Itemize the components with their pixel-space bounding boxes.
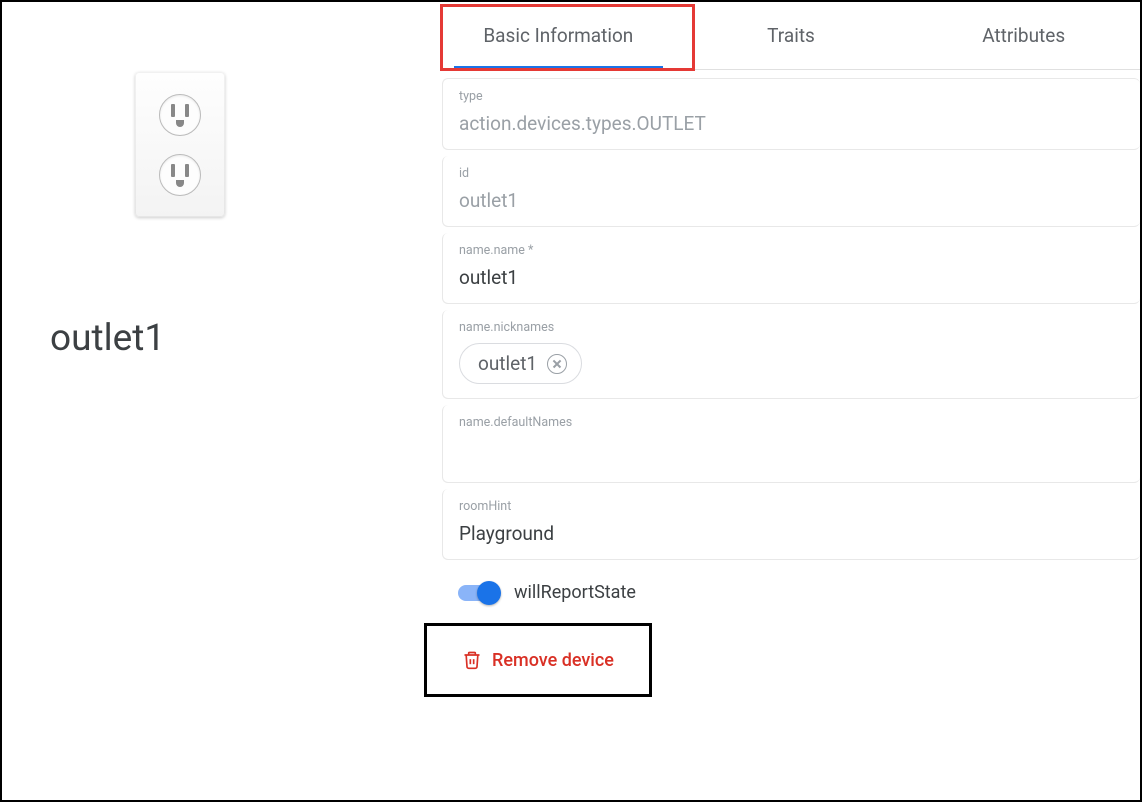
field-type[interactable]: type — [442, 78, 1140, 150]
tab-traits[interactable]: Traits — [675, 2, 908, 69]
device-name-heading: outlet1 — [50, 317, 422, 360]
device-summary-panel: outlet1 — [2, 2, 442, 800]
will-report-state-row: willReportState — [442, 566, 1140, 611]
nickname-chip: outlet1 — [459, 343, 582, 384]
field-id[interactable]: id — [442, 156, 1140, 227]
input-name-name[interactable] — [459, 266, 1124, 289]
field-label-room-hint: roomHint — [459, 499, 1124, 514]
tabs-bar: Basic Information Traits Attributes — [442, 2, 1140, 70]
tab-basic-information[interactable]: Basic Information — [442, 2, 675, 69]
field-label-name-name: name.name * — [459, 243, 1124, 258]
field-label-type: type — [459, 89, 1124, 104]
field-nicknames[interactable]: name.nicknames outlet1 — [442, 310, 1140, 399]
remove-device-label: Remove device — [492, 650, 614, 671]
trash-icon — [462, 649, 482, 671]
basic-info-form: type id name.name * name.nicknames outle… — [442, 70, 1140, 697]
tab-attributes[interactable]: Attributes — [907, 2, 1140, 69]
input-room-hint[interactable] — [459, 522, 1124, 545]
remove-device-highlight: Remove device — [424, 623, 652, 697]
input-type[interactable] — [459, 112, 1124, 135]
toggle-thumb — [477, 581, 501, 605]
field-name-name[interactable]: name.name * — [442, 233, 1140, 304]
will-report-state-label: willReportState — [514, 582, 636, 603]
tab-label: Basic Information — [483, 24, 633, 47]
remove-chip-icon[interactable] — [547, 354, 567, 374]
input-default-names[interactable] — [459, 438, 1124, 461]
input-id[interactable] — [459, 189, 1124, 212]
nickname-chip-label: outlet1 — [478, 352, 537, 375]
device-detail-panel: Basic Information Traits Attributes type… — [442, 2, 1140, 800]
field-default-names[interactable]: name.defaultNames — [442, 405, 1140, 483]
outlet-socket-top — [159, 94, 201, 136]
tab-label: Traits — [767, 24, 815, 47]
outlet-socket-bottom — [159, 154, 201, 196]
field-label-id: id — [459, 166, 1124, 181]
remove-device-button[interactable]: Remove device — [462, 649, 614, 671]
field-room-hint[interactable]: roomHint — [442, 489, 1140, 560]
tab-label: Attributes — [982, 24, 1065, 47]
field-label-default-names: name.defaultNames — [459, 415, 1124, 430]
will-report-state-toggle[interactable] — [458, 585, 498, 601]
device-outlet-image — [135, 72, 225, 217]
field-label-nicknames: name.nicknames — [459, 320, 1124, 335]
